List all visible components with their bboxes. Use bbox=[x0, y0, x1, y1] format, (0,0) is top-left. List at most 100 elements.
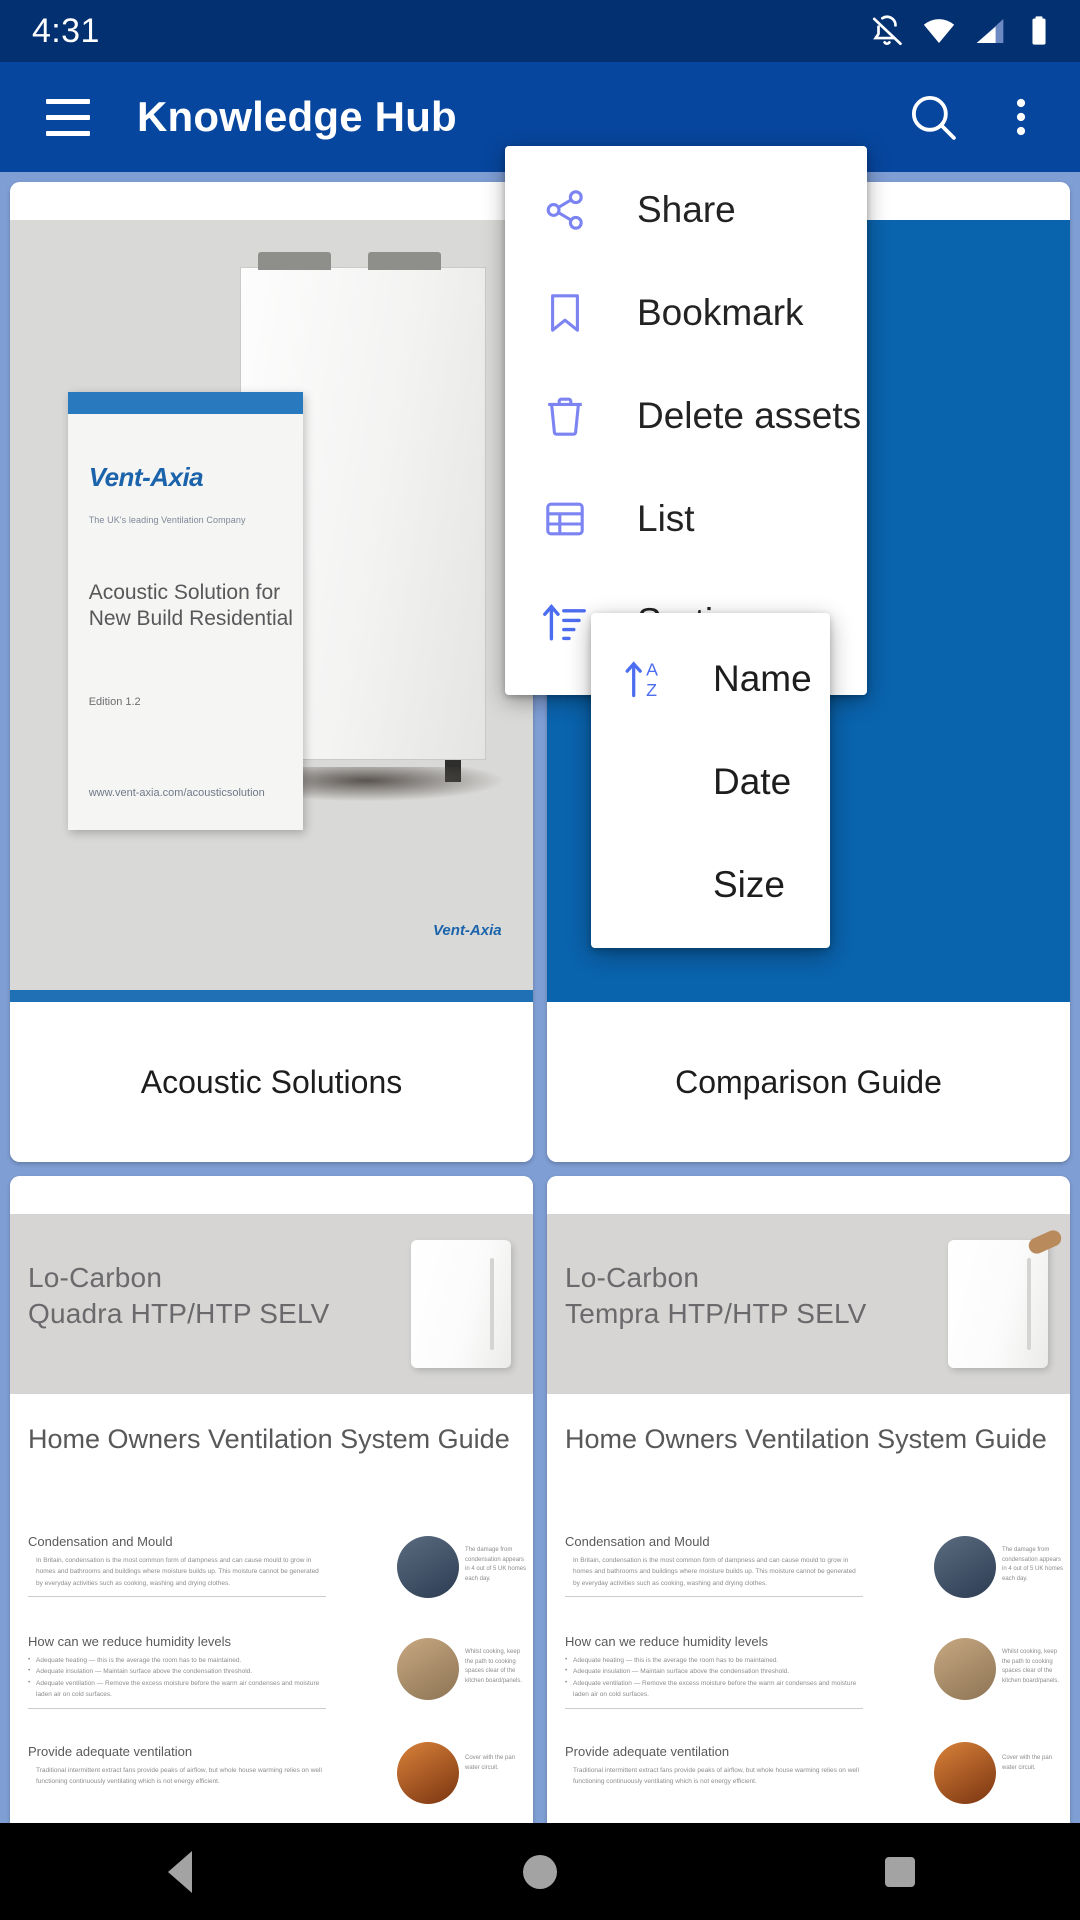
guide-title: Home Owners Ventilation System Guide bbox=[28, 1424, 510, 1454]
section-body: Traditional intermittent extract fans pr… bbox=[573, 1767, 859, 1786]
section-bullets: Adequate heating — this is the average t… bbox=[28, 1654, 326, 1701]
page-title: Knowledge Hub bbox=[137, 93, 457, 140]
svg-text:A: A bbox=[646, 659, 658, 679]
guide-hero: Lo-Carbon Quadra HTP/HTP SELV bbox=[10, 1214, 533, 1394]
section-bullets: Adequate heating — this is the average t… bbox=[565, 1654, 863, 1701]
guide-section: Condensation and Mould In Britain, conde… bbox=[28, 1534, 327, 1598]
asset-card[interactable]: Lo-Carbon Tempra HTP/HTP SELV Home Owner… bbox=[547, 1176, 1070, 1823]
section-heading: Provide adequate ventilation bbox=[565, 1744, 730, 1759]
bullet: Adequate heating — this is the average t… bbox=[565, 1654, 863, 1666]
hamburger-menu-icon[interactable] bbox=[36, 85, 100, 149]
bookmark-icon bbox=[539, 289, 591, 337]
menu-item-bookmark[interactable]: Bookmark bbox=[505, 261, 867, 364]
section-divider bbox=[565, 1707, 864, 1709]
menu-item-label: Bookmark bbox=[637, 291, 804, 333]
guide-hero: Lo-Carbon Tempra HTP/HTP SELV bbox=[547, 1214, 1070, 1394]
sort-option-label: Name bbox=[713, 657, 812, 699]
section-divider bbox=[28, 1707, 327, 1709]
section-caption: Whilst cooking, keep the path to cooking… bbox=[1002, 1649, 1060, 1684]
battery-full-icon bbox=[1024, 15, 1054, 47]
brochure-cover: Vent-Axia The UK's leading Ventilation C… bbox=[67, 392, 303, 830]
sort-option-label: Size bbox=[713, 863, 785, 905]
home-circle-icon bbox=[523, 1854, 557, 1889]
cover-brand: Vent-Axia bbox=[88, 462, 204, 493]
section-heading: Condensation and Mould bbox=[28, 1534, 173, 1549]
unit-brand-mark: Vent-Axia bbox=[432, 922, 502, 940]
sort-alpha-asc-icon: A Z bbox=[619, 656, 671, 702]
menu-item-label: Share bbox=[637, 188, 736, 230]
back-triangle-icon bbox=[168, 1850, 192, 1893]
guide-model: Tempra HTP/HTP SELV bbox=[565, 1297, 867, 1329]
home-button[interactable] bbox=[480, 1823, 600, 1920]
asset-card[interactable]: Vent-Axia Vent-Axia The UK's leading Ven… bbox=[10, 182, 533, 1162]
sort-option-date[interactable]: Date bbox=[591, 730, 830, 833]
section-heading: Provide adequate ventilation bbox=[28, 1744, 193, 1759]
guide-hero-title: Lo-Carbon Tempra HTP/HTP SELV bbox=[565, 1260, 867, 1332]
more-vertical-icon[interactable] bbox=[990, 86, 1052, 148]
section-caption: Cover with the pan water circuit. bbox=[465, 1755, 516, 1771]
asset-thumbnail: Lo-Carbon Tempra HTP/HTP SELV Home Owner… bbox=[547, 1176, 1070, 1823]
trash-icon bbox=[539, 392, 591, 440]
system-navigation-bar bbox=[0, 1823, 1080, 1920]
app-bar-actions bbox=[902, 86, 1052, 148]
menu-item-delete-assets[interactable]: Delete assets bbox=[505, 364, 867, 467]
sort-option-name[interactable]: A Z Name bbox=[591, 627, 830, 730]
recents-button[interactable] bbox=[840, 1823, 960, 1920]
cover-url: www.vent-axia.com/acousticsolution bbox=[88, 787, 265, 800]
search-icon[interactable] bbox=[902, 86, 964, 148]
phone-screen: 4:31 Knowledge Hub Vent-Axia Vent-Axia T… bbox=[0, 0, 1080, 1920]
section-heading: Condensation and Mould bbox=[565, 1534, 710, 1549]
product-photo bbox=[411, 1240, 511, 1368]
guide-section: Provide adequate ventilation Traditional… bbox=[565, 1744, 863, 1788]
asset-thumbnail: Vent-Axia Vent-Axia The UK's leading Ven… bbox=[10, 182, 533, 1002]
bullet: Adequate ventilation — Remove the excess… bbox=[28, 1677, 326, 1701]
section-image bbox=[397, 1638, 459, 1700]
sort-option-size[interactable]: Size bbox=[591, 833, 830, 936]
section-heading: How can we reduce humidity levels bbox=[565, 1634, 769, 1649]
sort-ascending-icon bbox=[539, 598, 591, 646]
section-heading: How can we reduce humidity levels bbox=[28, 1634, 232, 1649]
menu-item-label: List bbox=[637, 497, 695, 539]
back-button[interactable] bbox=[120, 1823, 240, 1920]
bullet: Adequate insulation — Maintain surface a… bbox=[28, 1665, 326, 1677]
status-bar: 4:31 bbox=[0, 0, 1080, 62]
menu-item-label: Delete assets bbox=[637, 394, 862, 436]
guide-hero-title: Lo-Carbon Quadra HTP/HTP SELV bbox=[28, 1260, 330, 1332]
menu-item-share[interactable]: Share bbox=[505, 158, 867, 261]
sort-option-label: Date bbox=[713, 760, 792, 802]
guide-section: How can we reduce humidity levels Adequa… bbox=[565, 1634, 864, 1709]
status-bar-icons bbox=[870, 14, 1054, 48]
cover-tagline: The UK's leading Ventilation Company bbox=[88, 514, 246, 525]
product-photo bbox=[948, 1240, 1048, 1368]
thumbnail-accent-strip bbox=[10, 990, 533, 1002]
section-divider bbox=[28, 1596, 327, 1598]
guide-range: Lo-Carbon bbox=[28, 1262, 163, 1293]
section-body: In Britain, condensation is the most com… bbox=[573, 1557, 856, 1587]
bullet: Adequate heating — this is the average t… bbox=[28, 1654, 326, 1666]
cellular-signal-icon bbox=[974, 15, 1006, 47]
asset-card[interactable]: Lo-Carbon Quadra HTP/HTP SELV Home Owner… bbox=[10, 1176, 533, 1823]
section-caption: Whilst cooking, keep the path to cooking… bbox=[465, 1649, 523, 1684]
section-image bbox=[397, 1742, 459, 1804]
sort-submenu[interactable]: A Z Name Date Size bbox=[591, 613, 830, 948]
acoustic-brochure-image: Vent-Axia Vent-Axia The UK's leading Ven… bbox=[10, 220, 533, 1002]
guide-section: Condensation and Mould In Britain, conde… bbox=[565, 1534, 864, 1598]
section-image bbox=[934, 1536, 996, 1598]
guide-range: Lo-Carbon bbox=[565, 1262, 700, 1293]
asset-thumbnail: Lo-Carbon Quadra HTP/HTP SELV Home Owner… bbox=[10, 1176, 533, 1823]
tempra-guide-image: Lo-Carbon Tempra HTP/HTP SELV Home Owner… bbox=[547, 1214, 1070, 1823]
menu-item-list[interactable]: List bbox=[505, 467, 867, 570]
cover-edition: Edition 1.2 bbox=[88, 696, 141, 709]
section-image bbox=[934, 1638, 996, 1700]
recents-square-icon bbox=[885, 1856, 915, 1887]
section-caption: The damage from condensation appears in … bbox=[1002, 1547, 1064, 1582]
bullet: Adequate insulation — Maintain surface a… bbox=[565, 1665, 863, 1677]
cover-band bbox=[67, 392, 303, 415]
guide-section: Provide adequate ventilation Traditional… bbox=[28, 1744, 326, 1788]
notifications-off-icon bbox=[870, 14, 904, 48]
cover-title: Acoustic Solution for New Build Resident… bbox=[88, 581, 293, 631]
section-caption: Cover with the pan water circuit. bbox=[1002, 1755, 1053, 1771]
quadra-guide-image: Lo-Carbon Quadra HTP/HTP SELV Home Owner… bbox=[10, 1214, 533, 1823]
table-list-icon bbox=[539, 495, 591, 543]
asset-title: Acoustic Solutions bbox=[10, 1002, 533, 1162]
